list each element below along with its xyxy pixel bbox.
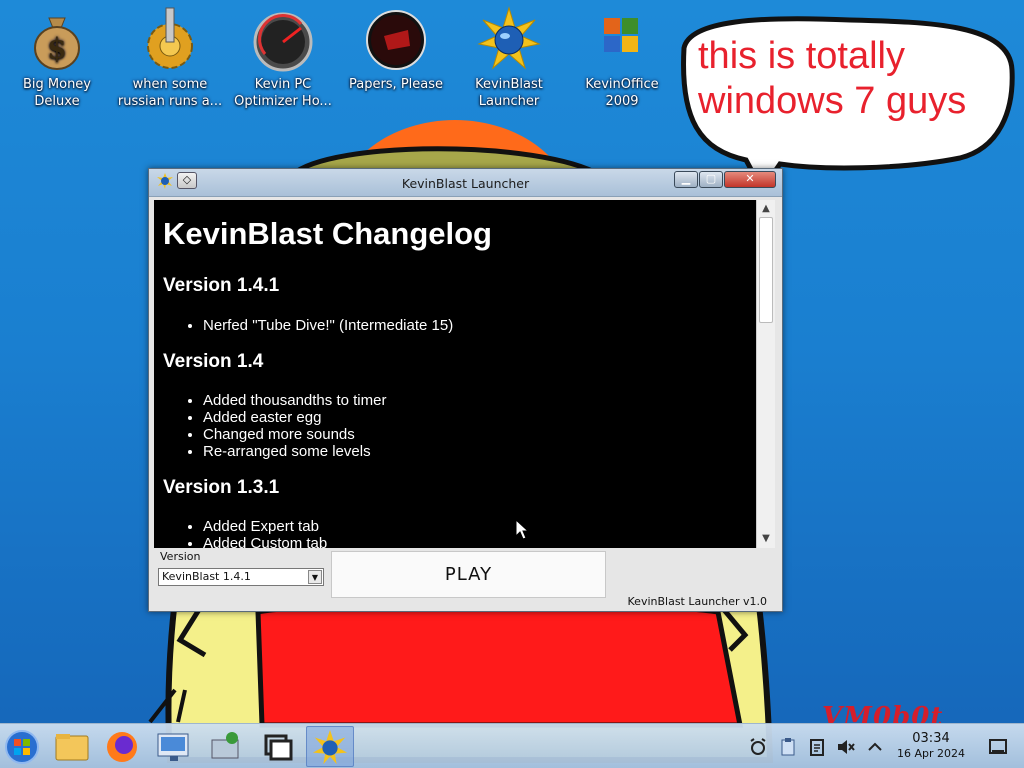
mouse-cursor-icon (515, 519, 530, 540)
taskbar-kevinblast-icon[interactable] (306, 726, 354, 767)
list-item: Added Custom tab (203, 535, 327, 548)
desktop-icon-label: Big Money Deluxe (22, 77, 91, 109)
gauge-icon (253, 12, 313, 72)
speech-bubble-text: this is totally windows 7 guys (698, 35, 967, 122)
changelog-panel[interactable]: KevinBlast Changelog Version 1.4.1 Nerfe… (154, 200, 756, 548)
kevinblast-launcher-window: ◇ KevinBlast Launcher ▁ ▢ ✕ KevinBlast C… (148, 168, 783, 612)
changelog-heading: KevinBlast Changelog (163, 216, 492, 251)
changelog-scrollbar[interactable]: ▲ ▼ (756, 200, 775, 548)
desktop-icon-russian[interactable]: when some russian runs a... (115, 6, 225, 110)
clipboard-app-icon[interactable] (778, 737, 798, 757)
desktop-icon-label: when some russian runs a... (117, 77, 223, 109)
version-select[interactable]: KevinBlast 1.4.1 ▼ (158, 568, 324, 586)
red-body (255, 600, 744, 728)
list-item: Re-arranged some levels (203, 443, 386, 460)
version-heading: Version 1.4.1 (163, 275, 280, 296)
scroll-down-icon[interactable]: ▼ (758, 531, 774, 547)
version-heading: Version 1.3.1 (163, 477, 280, 498)
list-item: Added easter egg (203, 409, 386, 426)
gear-icon (147, 7, 193, 69)
chevron-down-icon[interactable]: ▼ (308, 570, 322, 584)
chevron-up-icon[interactable] (865, 737, 885, 757)
scroll-up-icon[interactable]: ▲ (758, 201, 774, 217)
money-bag-icon: $ (34, 17, 80, 70)
remote-desktop-icon[interactable] (150, 726, 198, 767)
desktop-icon-kevinoffice[interactable]: KevinOffice 2009 (567, 6, 677, 110)
desktop-icon-papers-please[interactable]: Papers, Please (341, 6, 451, 93)
desktop-icon-label: KevinOffice 2009 (585, 77, 659, 109)
close-button[interactable]: ✕ (724, 171, 776, 188)
maximize-button[interactable]: ▢ (699, 171, 723, 188)
svg-text:$: $ (47, 32, 66, 65)
version-heading: Version 1.4 (163, 351, 264, 372)
launcher-version-text: KevinBlast Launcher v1.0 (627, 595, 767, 608)
list-item: Nerfed "Tube Dive!" (Intermediate 15) (203, 317, 453, 334)
desktop-icon-label: Papers, Please (348, 77, 444, 92)
start-menu-icon[interactable] (0, 726, 48, 767)
version-select-value: KevinBlast 1.4.1 (162, 570, 251, 583)
desktop-icon-kevinblast-launcher[interactable]: KevinBlast Launcher (454, 6, 564, 110)
scroll-thumb[interactable] (759, 217, 773, 323)
office-icon (604, 18, 638, 52)
taskbar (0, 723, 1024, 768)
list-item: Added Expert tab (203, 518, 327, 535)
desktop-icon-big-money[interactable]: $ Big Money Deluxe (2, 6, 112, 110)
papers-please-icon (366, 10, 426, 70)
task-view-icon[interactable] (254, 726, 302, 767)
changelog-list: Added thousandths to timer Added easter … (184, 392, 386, 460)
changelog-list: Added Expert tab Added Custom tab (184, 518, 327, 548)
window-titlebar[interactable]: ◇ KevinBlast Launcher ▁ ▢ ✕ (149, 169, 782, 197)
firefox-icon[interactable] (98, 726, 146, 767)
volume-muted-icon[interactable] (836, 737, 856, 757)
clock-time[interactable]: 03:34 (896, 731, 966, 746)
network-app-icon[interactable] (202, 726, 250, 767)
clipboard-icon[interactable] (807, 737, 827, 757)
desktop-icon-label: KevinBlast Launcher (475, 77, 543, 109)
alarm-icon[interactable] (748, 737, 768, 757)
list-item: Added thousandths to timer (203, 392, 386, 409)
list-item: Changed more sounds (203, 426, 386, 443)
desktop-icon-kevin-pc-optimizer[interactable]: Kevin PC Optimizer Ho... (228, 6, 338, 110)
minimize-button[interactable]: ▁ (674, 171, 698, 188)
kevinblast-icon (477, 6, 541, 70)
show-desktop-icon[interactable] (988, 737, 1008, 757)
clock-date[interactable]: 16 Apr 2024 (888, 747, 974, 760)
desktop-icon-label: Kevin PC Optimizer Ho... (234, 77, 332, 109)
file-explorer-icon[interactable] (48, 726, 96, 767)
play-button[interactable]: PLAY (331, 551, 606, 598)
changelog-list: Nerfed "Tube Dive!" (Intermediate 15) (184, 317, 453, 334)
version-label: Version (160, 550, 201, 563)
